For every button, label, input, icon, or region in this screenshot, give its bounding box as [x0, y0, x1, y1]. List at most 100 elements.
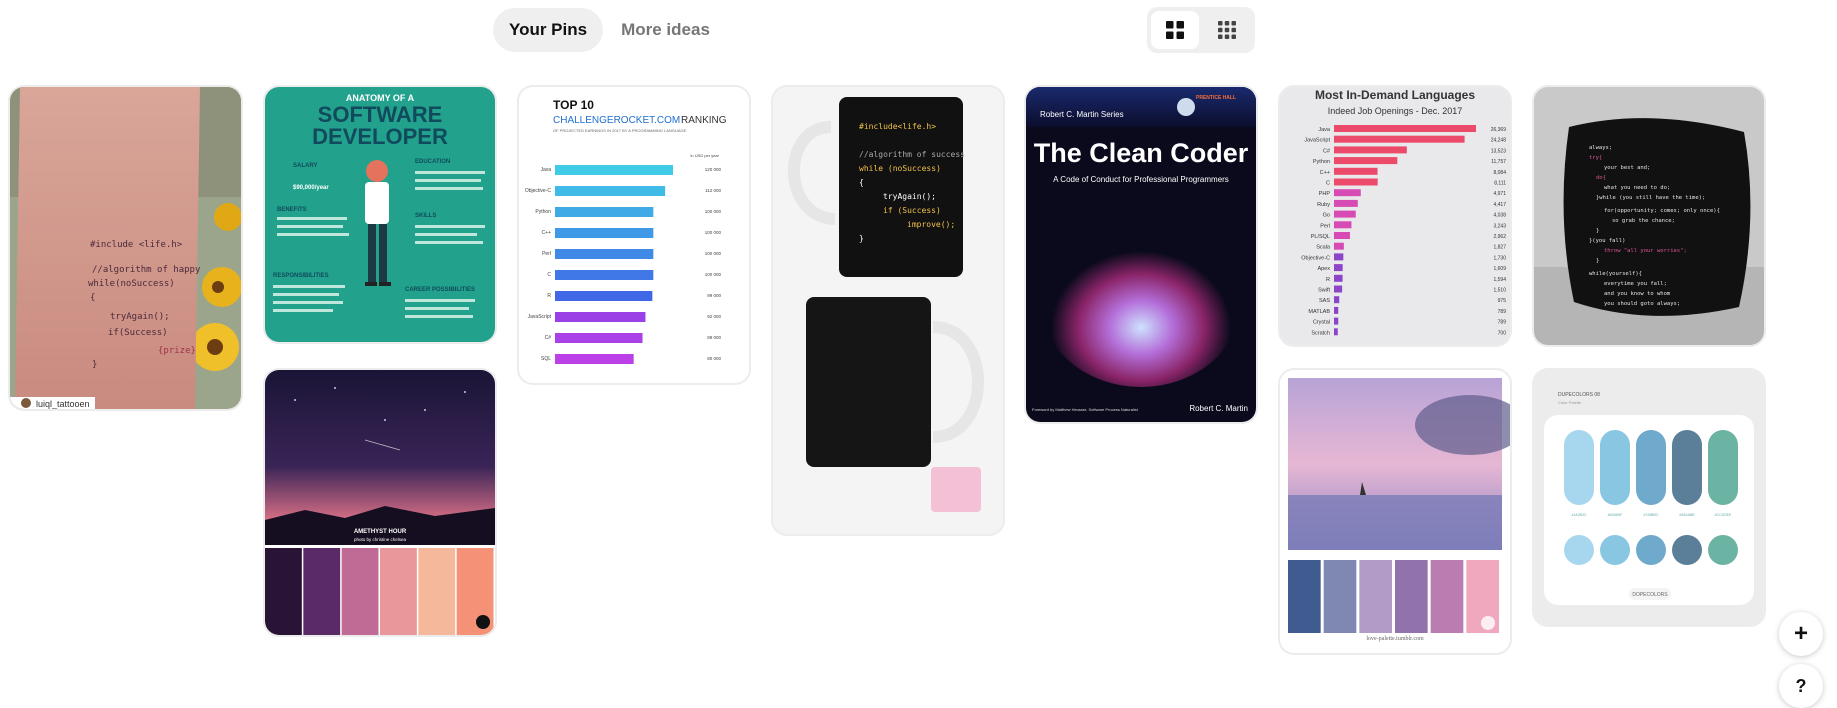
- color-dot: [1672, 535, 1702, 565]
- svg-text:}: }: [92, 360, 97, 370]
- lang-label: MATLAB: [1308, 309, 1330, 315]
- svg-text:you should goto always;: you should goto always;: [1604, 301, 1680, 307]
- svg-text:while(yourself){: while(yourself){: [1589, 271, 1642, 277]
- svg-text:in USD per year: in USD per year: [691, 153, 720, 158]
- svg-text:DOPECOLORS: DOPECOLORS: [1632, 592, 1668, 598]
- lang-value-label: 1,594: [1493, 277, 1506, 283]
- lang-label: Apex: [1317, 266, 1330, 272]
- lang-label: Scratch: [1311, 330, 1330, 336]
- pin-attribution: luiql_tattooen: [36, 399, 90, 409]
- svg-text:Most In-Demand Languages: Most In-Demand Languages: [1315, 88, 1475, 102]
- color-dot: [1636, 535, 1666, 565]
- pins-tabs: Your Pins More ideas: [493, 7, 720, 53]
- lang-value-label: 1,827: [1493, 245, 1506, 251]
- top10-lang-label: Perl: [542, 251, 551, 257]
- create-button[interactable]: +: [1779, 612, 1823, 656]
- svg-text:A Code of Conduct for Professi: A Code of Conduct for Professional Progr…: [1053, 175, 1229, 184]
- svg-text:DEVELOPER: DEVELOPER: [312, 124, 448, 149]
- palette-swatch: [341, 548, 379, 635]
- top10-lang-label: C#: [545, 335, 552, 341]
- svg-text:always;: always;: [1589, 145, 1612, 151]
- svg-text:RESPONSIBILITIES: RESPONSIBILITIES: [273, 273, 329, 279]
- lang-value-label: 789: [1498, 320, 1507, 326]
- lang-label: Scala: [1316, 245, 1331, 251]
- svg-text:Foreword by Matthew Heusser, S: Foreword by Matthew Heusser, Software Pr…: [1032, 407, 1139, 412]
- lang-bar: [1334, 135, 1465, 143]
- gift-badge: [931, 467, 981, 512]
- svg-text:{: {: [859, 178, 864, 187]
- svg-text:photo by christine chelsea: photo by christine chelsea: [354, 537, 407, 542]
- top10-chart: TOP 10 CHALLENGEROCKET.COM RANKING OF PR…: [519, 87, 749, 383]
- color-pill-label: #4D5E6F: [1608, 513, 1623, 517]
- clean-coder-cover: PRENTICE HALL Robert C. Martin Series Th…: [1026, 87, 1256, 422]
- pin-amethyst-palette[interactable]: AMETHYST HOUR photo by christine chelsea: [265, 370, 495, 635]
- pin-clean-coder-book[interactable]: PRENTICE HALL Robert C. Martin Series Th…: [1026, 87, 1256, 422]
- lang-value-label: 2,962: [1493, 234, 1506, 240]
- lang-bar: [1334, 306, 1339, 314]
- top10-bar: [555, 291, 653, 301]
- palette-swatch: [1359, 560, 1392, 633]
- palette-swatch: [1395, 560, 1428, 633]
- lang-value-label: 4,038: [1493, 213, 1506, 219]
- lang-bar: [1334, 189, 1361, 197]
- top10-bar: [555, 186, 666, 196]
- svg-text:OF PROJECTED EARNINGS IN 2017: OF PROJECTED EARNINGS IN 2017 BY A PROGR…: [553, 128, 687, 133]
- lang-label: C: [1326, 181, 1330, 187]
- color-pill: [1636, 430, 1666, 505]
- pin-top10-ranking[interactable]: TOP 10 CHALLENGEROCKET.COM RANKING OF PR…: [519, 87, 749, 383]
- svg-text:your best and;: your best and;: [1604, 165, 1650, 171]
- svg-text:and you know to whom: and you know to whom: [1604, 291, 1671, 297]
- tab-your-pins[interactable]: Your Pins: [493, 8, 604, 52]
- svg-text:AMETHYST HOUR: AMETHYST HOUR: [354, 529, 407, 535]
- top10-bar: [555, 207, 654, 217]
- top10-value-label: 100 000: [705, 230, 722, 235]
- svg-text://algorithm of success: //algorithm of success: [859, 150, 965, 159]
- lang-label: R: [1326, 277, 1330, 283]
- pin-in-demand-languages[interactable]: Most In-Demand Languages Indeed Job Open…: [1280, 87, 1510, 345]
- pin-tattoo[interactable]: #include <life.h> //algorithm of happy w…: [10, 87, 241, 409]
- svg-text:tryAgain();: tryAgain();: [883, 192, 936, 201]
- lang-bar: [1334, 221, 1352, 229]
- svg-text:Color Palette: Color Palette: [1558, 400, 1582, 405]
- pin-ui-palette[interactable]: DUPECOLORS 08 Color Palette #1A2B3C #4D5E…: [1534, 370, 1764, 625]
- lang-bar: [1334, 210, 1356, 218]
- top10-value-label: 99 000: [707, 293, 721, 298]
- lang-value-label: 26,369: [1491, 127, 1507, 133]
- svg-text:try{: try{: [1589, 155, 1602, 161]
- top10-bar: [555, 249, 654, 259]
- pin-code-mug[interactable]: #include<life.h> //algorithm of success …: [773, 87, 1003, 534]
- lang-label: Python: [1313, 159, 1330, 165]
- lang-label: PHP: [1319, 191, 1331, 197]
- top10-lang-label: C++: [542, 230, 552, 236]
- pin-code-pillow[interactable]: always; try{ your best and; do{ what you…: [1534, 87, 1764, 345]
- top10-value-label: 100 000: [705, 272, 722, 277]
- svg-text:while (noSuccess): while (noSuccess): [859, 164, 941, 173]
- svg-text:love-palette.tumblr.com: love-palette.tumblr.com: [1366, 636, 1424, 642]
- lang-bar: [1334, 125, 1476, 132]
- anatomy-infographic: ANATOMY OF A SOFTWARE DEVELOPER SALARY $…: [265, 87, 495, 342]
- svg-text:while(noSuccess): while(noSuccess): [88, 279, 175, 289]
- lang-label: C#: [1323, 148, 1331, 154]
- svg-text:#include <life.h>: #include <life.h>: [90, 240, 183, 250]
- view-toggle: [1147, 7, 1255, 53]
- lang-value-label: 13,523: [1491, 148, 1507, 154]
- lang-label: Objective-C: [1301, 255, 1330, 261]
- palette-swatch: [418, 548, 456, 635]
- pin-seascape-palette[interactable]: love-palette.tumblr.com: [1280, 370, 1510, 653]
- svg-text:do{: do{: [1596, 175, 1606, 181]
- grid-compact-view-button[interactable]: [1203, 11, 1251, 49]
- lang-label: JavaScript: [1304, 138, 1330, 144]
- color-dot: [1708, 535, 1738, 565]
- color-pill-label: #7A8B9C: [1644, 513, 1659, 517]
- svg-text:{: {: [90, 293, 95, 303]
- svg-text:#include<life.h>: #include<life.h>: [859, 122, 936, 131]
- svg-text:}(you fall): }(you fall): [1589, 238, 1625, 244]
- svg-text:everytime you fall;: everytime you fall;: [1604, 281, 1667, 287]
- lang-label: PL/SQL: [1311, 234, 1330, 240]
- help-button[interactable]: ?: [1779, 664, 1823, 708]
- grid-large-view-button[interactable]: [1151, 11, 1199, 49]
- palette-swatch: [1430, 560, 1464, 633]
- lang-bar: [1334, 274, 1343, 282]
- pin-anatomy-developer[interactable]: ANATOMY OF A SOFTWARE DEVELOPER SALARY $…: [265, 87, 495, 342]
- tab-more-ideas[interactable]: More ideas: [611, 8, 720, 52]
